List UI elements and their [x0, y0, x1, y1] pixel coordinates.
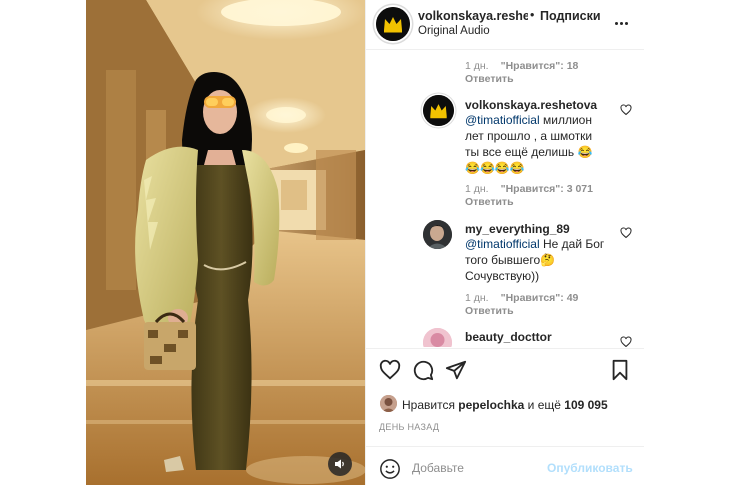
header-separator: • [530, 8, 535, 22]
more-dot [624, 21, 628, 25]
avatar-photo [380, 395, 397, 412]
page-backdrop-left [0, 0, 86, 485]
commenter-avatar[interactable] [423, 328, 452, 347]
likes-prefix: Нравится [402, 398, 459, 412]
comment-age: 1 дн. [465, 60, 489, 72]
comment-username[interactable]: my_everything_89 [465, 222, 570, 236]
comment-meta: 1 дн. "Нравится": 18 [465, 60, 578, 72]
speaker-icon [335, 459, 344, 469]
smiley-icon[interactable] [379, 458, 401, 480]
post-date[interactable]: ДЕНЬ НАЗАД [379, 422, 439, 432]
comment-like-heart-icon[interactable] [620, 336, 632, 347]
post-header: volkonskaya.reshet • Подписки Original A… [366, 0, 644, 50]
liker-avatar[interactable] [380, 395, 397, 412]
more-dot [619, 21, 623, 25]
following-button[interactable]: Подписки [540, 9, 601, 23]
comment-text: @timatiofficial Не дай Бог того бывшего🤔… [465, 236, 607, 284]
likes-text: Нравится pepelochka и ещё 109 095 [402, 398, 608, 412]
comment-input[interactable] [412, 459, 542, 477]
more-horizontal-icon [614, 21, 618, 25]
page-backdrop-right [643, 0, 730, 485]
avatar-photo [423, 220, 452, 249]
author-username[interactable]: volkonskaya.reshet [418, 9, 528, 23]
comment-username[interactable]: beauty_docttor [465, 330, 552, 344]
crown-logo-icon [376, 7, 410, 41]
comment-mention[interactable]: @timatiofficial [465, 237, 540, 251]
author-avatar[interactable] [376, 7, 410, 41]
likes-count[interactable]: 109 095 [564, 398, 607, 412]
paper-plane-icon[interactable] [445, 359, 467, 381]
comment-like-heart-icon[interactable] [620, 227, 632, 239]
commenter-avatar[interactable] [423, 95, 454, 126]
comment-age: 1 дн. [465, 183, 489, 195]
comment-icon[interactable] [412, 359, 434, 381]
publish-button[interactable]: Опубликовать [547, 461, 633, 475]
comment-text: @timatiofficial миллион лет прошло , а ш… [465, 112, 607, 176]
heart-icon[interactable] [379, 359, 401, 381]
likes-summary: Нравится pepelochka и ещё 109 095 [366, 392, 644, 416]
reply-button[interactable]: Ответить [465, 305, 514, 317]
post-side-panel: volkonskaya.reshet • Подписки Original A… [365, 0, 644, 485]
more-options-button[interactable] [612, 14, 630, 32]
audio-link[interactable]: Original Audio [418, 25, 490, 37]
comment-username[interactable]: volkonskaya.reshetova [465, 98, 597, 112]
crown-logo-icon [423, 95, 454, 126]
post-video[interactable] [86, 0, 365, 485]
comment-age: 1 дн. [465, 292, 489, 304]
video-frame [86, 0, 365, 485]
reply-button[interactable]: Ответить [465, 73, 514, 85]
comment-likes[interactable]: "Нравится": 18 [501, 60, 579, 72]
liker-username[interactable]: pepelochka [458, 398, 524, 412]
comment-mention[interactable]: @timatiofficial [465, 113, 540, 127]
post-actions [366, 348, 644, 388]
comment-meta: 1 дн. "Нравится": 49 [465, 292, 578, 304]
bookmark-icon[interactable] [609, 359, 631, 381]
comment-meta: 1 дн. "Нравится": 3 071 [465, 183, 593, 195]
comments-list[interactable]: 1 дн. "Нравится": 18 Ответить volkonskaya… [366, 51, 644, 347]
mute-button[interactable] [328, 452, 352, 476]
avatar-photo [423, 328, 452, 347]
comment-likes[interactable]: "Нравится": 49 [501, 292, 579, 304]
comment-like-heart-icon[interactable] [620, 104, 632, 116]
reply-button[interactable]: Ответить [465, 196, 514, 208]
likes-middle: и ещё [524, 398, 565, 412]
comment-likes[interactable]: "Нравится": 3 071 [501, 183, 593, 195]
comment-composer: Опубликовать [366, 446, 644, 485]
commenter-avatar[interactable] [423, 220, 452, 249]
